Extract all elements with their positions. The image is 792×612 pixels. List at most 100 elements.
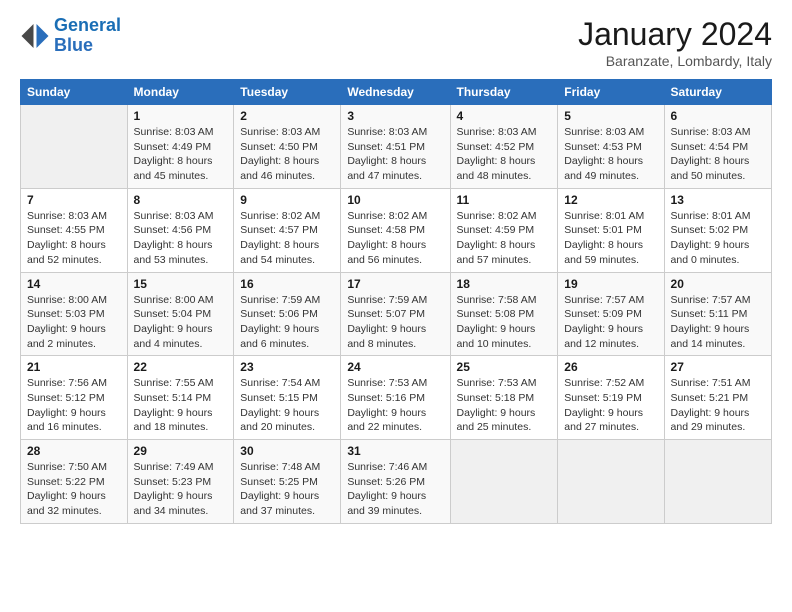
day-info: Sunrise: 7:48 AMSunset: 5:25 PMDaylight:… (240, 460, 334, 519)
header-sunday: Sunday (21, 80, 128, 105)
day-info: Sunrise: 8:00 AMSunset: 5:04 PMDaylight:… (134, 293, 228, 352)
day-number: 12 (564, 193, 657, 207)
day-number: 9 (240, 193, 334, 207)
day-info: Sunrise: 7:57 AMSunset: 5:11 PMDaylight:… (671, 293, 765, 352)
logo-text: General Blue (54, 16, 121, 56)
day-info: Sunrise: 7:52 AMSunset: 5:19 PMDaylight:… (564, 376, 657, 435)
logo-blue: Blue (54, 35, 93, 55)
calendar-week-4: 21 Sunrise: 7:56 AMSunset: 5:12 PMDayligh… (21, 356, 772, 440)
subtitle: Baranzate, Lombardy, Italy (578, 53, 772, 69)
calendar-cell: 10 Sunrise: 8:02 AMSunset: 4:58 PMDayligh… (341, 188, 450, 272)
calendar-cell: 15 Sunrise: 8:00 AMSunset: 5:04 PMDayligh… (127, 272, 234, 356)
calendar-cell: 2 Sunrise: 8:03 AMSunset: 4:50 PMDaylight… (234, 105, 341, 189)
calendar-cell (664, 440, 771, 524)
day-number: 19 (564, 277, 657, 291)
day-number: 4 (457, 109, 552, 123)
calendar-cell: 24Sunrise: 7:53 AMSunset: 5:16 PMDayligh… (341, 356, 450, 440)
day-info: Sunrise: 7:53 AMSunset: 5:18 PMDaylight:… (457, 376, 552, 435)
logo: General Blue (20, 16, 121, 56)
day-info: Sunrise: 7:55 AMSunset: 5:14 PMDaylight:… (134, 376, 228, 435)
calendar-cell: 8 Sunrise: 8:03 AMSunset: 4:56 PMDaylight… (127, 188, 234, 272)
calendar-cell (450, 440, 558, 524)
day-info: Sunrise: 7:50 AMSunset: 5:22 PMDaylight:… (27, 460, 121, 519)
calendar-cell: 12 Sunrise: 8:01 AMSunset: 5:01 PMDayligh… (558, 188, 664, 272)
calendar-cell: 23 Sunrise: 7:54 AMSunset: 5:15 PMDayligh… (234, 356, 341, 440)
day-number: 18 (457, 277, 552, 291)
day-number: 20 (671, 277, 765, 291)
day-number: 23 (240, 360, 334, 374)
calendar-week-1: 1Sunrise: 8:03 AMSunset: 4:49 PMDaylight… (21, 105, 772, 189)
day-info: Sunrise: 8:03 AMSunset: 4:52 PMDaylight:… (457, 125, 552, 184)
calendar-cell: 16Sunrise: 7:59 AMSunset: 5:06 PMDayligh… (234, 272, 341, 356)
day-number: 31 (347, 444, 443, 458)
day-number: 28 (27, 444, 121, 458)
calendar-cell: 26 Sunrise: 7:52 AMSunset: 5:19 PMDayligh… (558, 356, 664, 440)
day-info: Sunrise: 8:03 AMSunset: 4:55 PMDaylight:… (27, 209, 121, 268)
calendar-cell: 3Sunrise: 8:03 AMSunset: 4:51 PMDaylight… (341, 105, 450, 189)
calendar-cell: 7 Sunrise: 8:03 AMSunset: 4:55 PMDaylight… (21, 188, 128, 272)
day-info: Sunrise: 7:54 AMSunset: 5:15 PMDaylight:… (240, 376, 334, 435)
day-info: Sunrise: 7:46 AMSunset: 5:26 PMDaylight:… (347, 460, 443, 519)
calendar-cell: 25 Sunrise: 7:53 AMSunset: 5:18 PMDayligh… (450, 356, 558, 440)
day-info: Sunrise: 7:59 AMSunset: 5:06 PMDaylight:… (240, 293, 334, 352)
day-info: Sunrise: 7:49 AMSunset: 5:23 PMDaylight:… (134, 460, 228, 519)
calendar-cell: 6 Sunrise: 8:03 AMSunset: 4:54 PMDaylight… (664, 105, 771, 189)
calendar-cell: 5Sunrise: 8:03 AMSunset: 4:53 PMDaylight… (558, 105, 664, 189)
day-number: 5 (564, 109, 657, 123)
logo-general: General (54, 15, 121, 35)
calendar-cell: 27Sunrise: 7:51 AMSunset: 5:21 PMDayligh… (664, 356, 771, 440)
header: General Blue January 2024 Baranzate, Lom… (20, 16, 772, 69)
day-info: Sunrise: 8:02 AMSunset: 4:57 PMDaylight:… (240, 209, 334, 268)
day-number: 22 (134, 360, 228, 374)
calendar-cell: 18 Sunrise: 7:58 AMSunset: 5:08 PMDayligh… (450, 272, 558, 356)
day-number: 17 (347, 277, 443, 291)
day-info: Sunrise: 7:58 AMSunset: 5:08 PMDaylight:… (457, 293, 552, 352)
calendar-cell (558, 440, 664, 524)
day-info: Sunrise: 7:53 AMSunset: 5:16 PMDaylight:… (347, 376, 443, 435)
day-info: Sunrise: 8:01 AMSunset: 5:01 PMDaylight:… (564, 209, 657, 268)
day-info: Sunrise: 7:59 AMSunset: 5:07 PMDaylight:… (347, 293, 443, 352)
calendar-cell: 9 Sunrise: 8:02 AMSunset: 4:57 PMDaylight… (234, 188, 341, 272)
day-number: 26 (564, 360, 657, 374)
calendar-cell: 20 Sunrise: 7:57 AMSunset: 5:11 PMDayligh… (664, 272, 771, 356)
day-number: 7 (27, 193, 121, 207)
day-number: 14 (27, 277, 121, 291)
day-info: Sunrise: 8:03 AMSunset: 4:50 PMDaylight:… (240, 125, 334, 184)
calendar-cell: 1Sunrise: 8:03 AMSunset: 4:49 PMDaylight… (127, 105, 234, 189)
calendar-cell: 14 Sunrise: 8:00 AMSunset: 5:03 PMDayligh… (21, 272, 128, 356)
day-info: Sunrise: 7:51 AMSunset: 5:21 PMDaylight:… (671, 376, 765, 435)
calendar-cell: 22 Sunrise: 7:55 AMSunset: 5:14 PMDayligh… (127, 356, 234, 440)
calendar-header-row: SundayMondayTuesdayWednesdayThursdayFrid… (21, 80, 772, 105)
calendar-table: SundayMondayTuesdayWednesdayThursdayFrid… (20, 79, 772, 524)
header-friday: Friday (558, 80, 664, 105)
header-monday: Monday (127, 80, 234, 105)
calendar-cell (21, 105, 128, 189)
calendar-week-3: 14 Sunrise: 8:00 AMSunset: 5:03 PMDayligh… (21, 272, 772, 356)
day-number: 21 (27, 360, 121, 374)
day-number: 15 (134, 277, 228, 291)
header-saturday: Saturday (664, 80, 771, 105)
day-info: Sunrise: 7:56 AMSunset: 5:12 PMDaylight:… (27, 376, 121, 435)
header-tuesday: Tuesday (234, 80, 341, 105)
day-number: 2 (240, 109, 334, 123)
calendar-week-5: 28 Sunrise: 7:50 AMSunset: 5:22 PMDayligh… (21, 440, 772, 524)
calendar-cell: 19Sunrise: 7:57 AMSunset: 5:09 PMDayligh… (558, 272, 664, 356)
day-info: Sunrise: 8:02 AMSunset: 4:58 PMDaylight:… (347, 209, 443, 268)
calendar-cell: 21 Sunrise: 7:56 AMSunset: 5:12 PMDayligh… (21, 356, 128, 440)
calendar-cell: 28 Sunrise: 7:50 AMSunset: 5:22 PMDayligh… (21, 440, 128, 524)
page: General Blue January 2024 Baranzate, Lom… (0, 0, 792, 612)
day-info: Sunrise: 8:03 AMSunset: 4:49 PMDaylight:… (134, 125, 228, 184)
day-number: 8 (134, 193, 228, 207)
day-number: 10 (347, 193, 443, 207)
calendar-cell: 17 Sunrise: 7:59 AMSunset: 5:07 PMDayligh… (341, 272, 450, 356)
day-number: 25 (457, 360, 552, 374)
day-info: Sunrise: 8:00 AMSunset: 5:03 PMDaylight:… (27, 293, 121, 352)
day-info: Sunrise: 8:03 AMSunset: 4:54 PMDaylight:… (671, 125, 765, 184)
day-info: Sunrise: 8:03 AMSunset: 4:51 PMDaylight:… (347, 125, 443, 184)
calendar-cell: 30Sunrise: 7:48 AMSunset: 5:25 PMDayligh… (234, 440, 341, 524)
calendar-cell: 11Sunrise: 8:02 AMSunset: 4:59 PMDayligh… (450, 188, 558, 272)
day-number: 6 (671, 109, 765, 123)
day-info: Sunrise: 8:03 AMSunset: 4:56 PMDaylight:… (134, 209, 228, 268)
day-info: Sunrise: 8:01 AMSunset: 5:02 PMDaylight:… (671, 209, 765, 268)
calendar-week-2: 7 Sunrise: 8:03 AMSunset: 4:55 PMDaylight… (21, 188, 772, 272)
